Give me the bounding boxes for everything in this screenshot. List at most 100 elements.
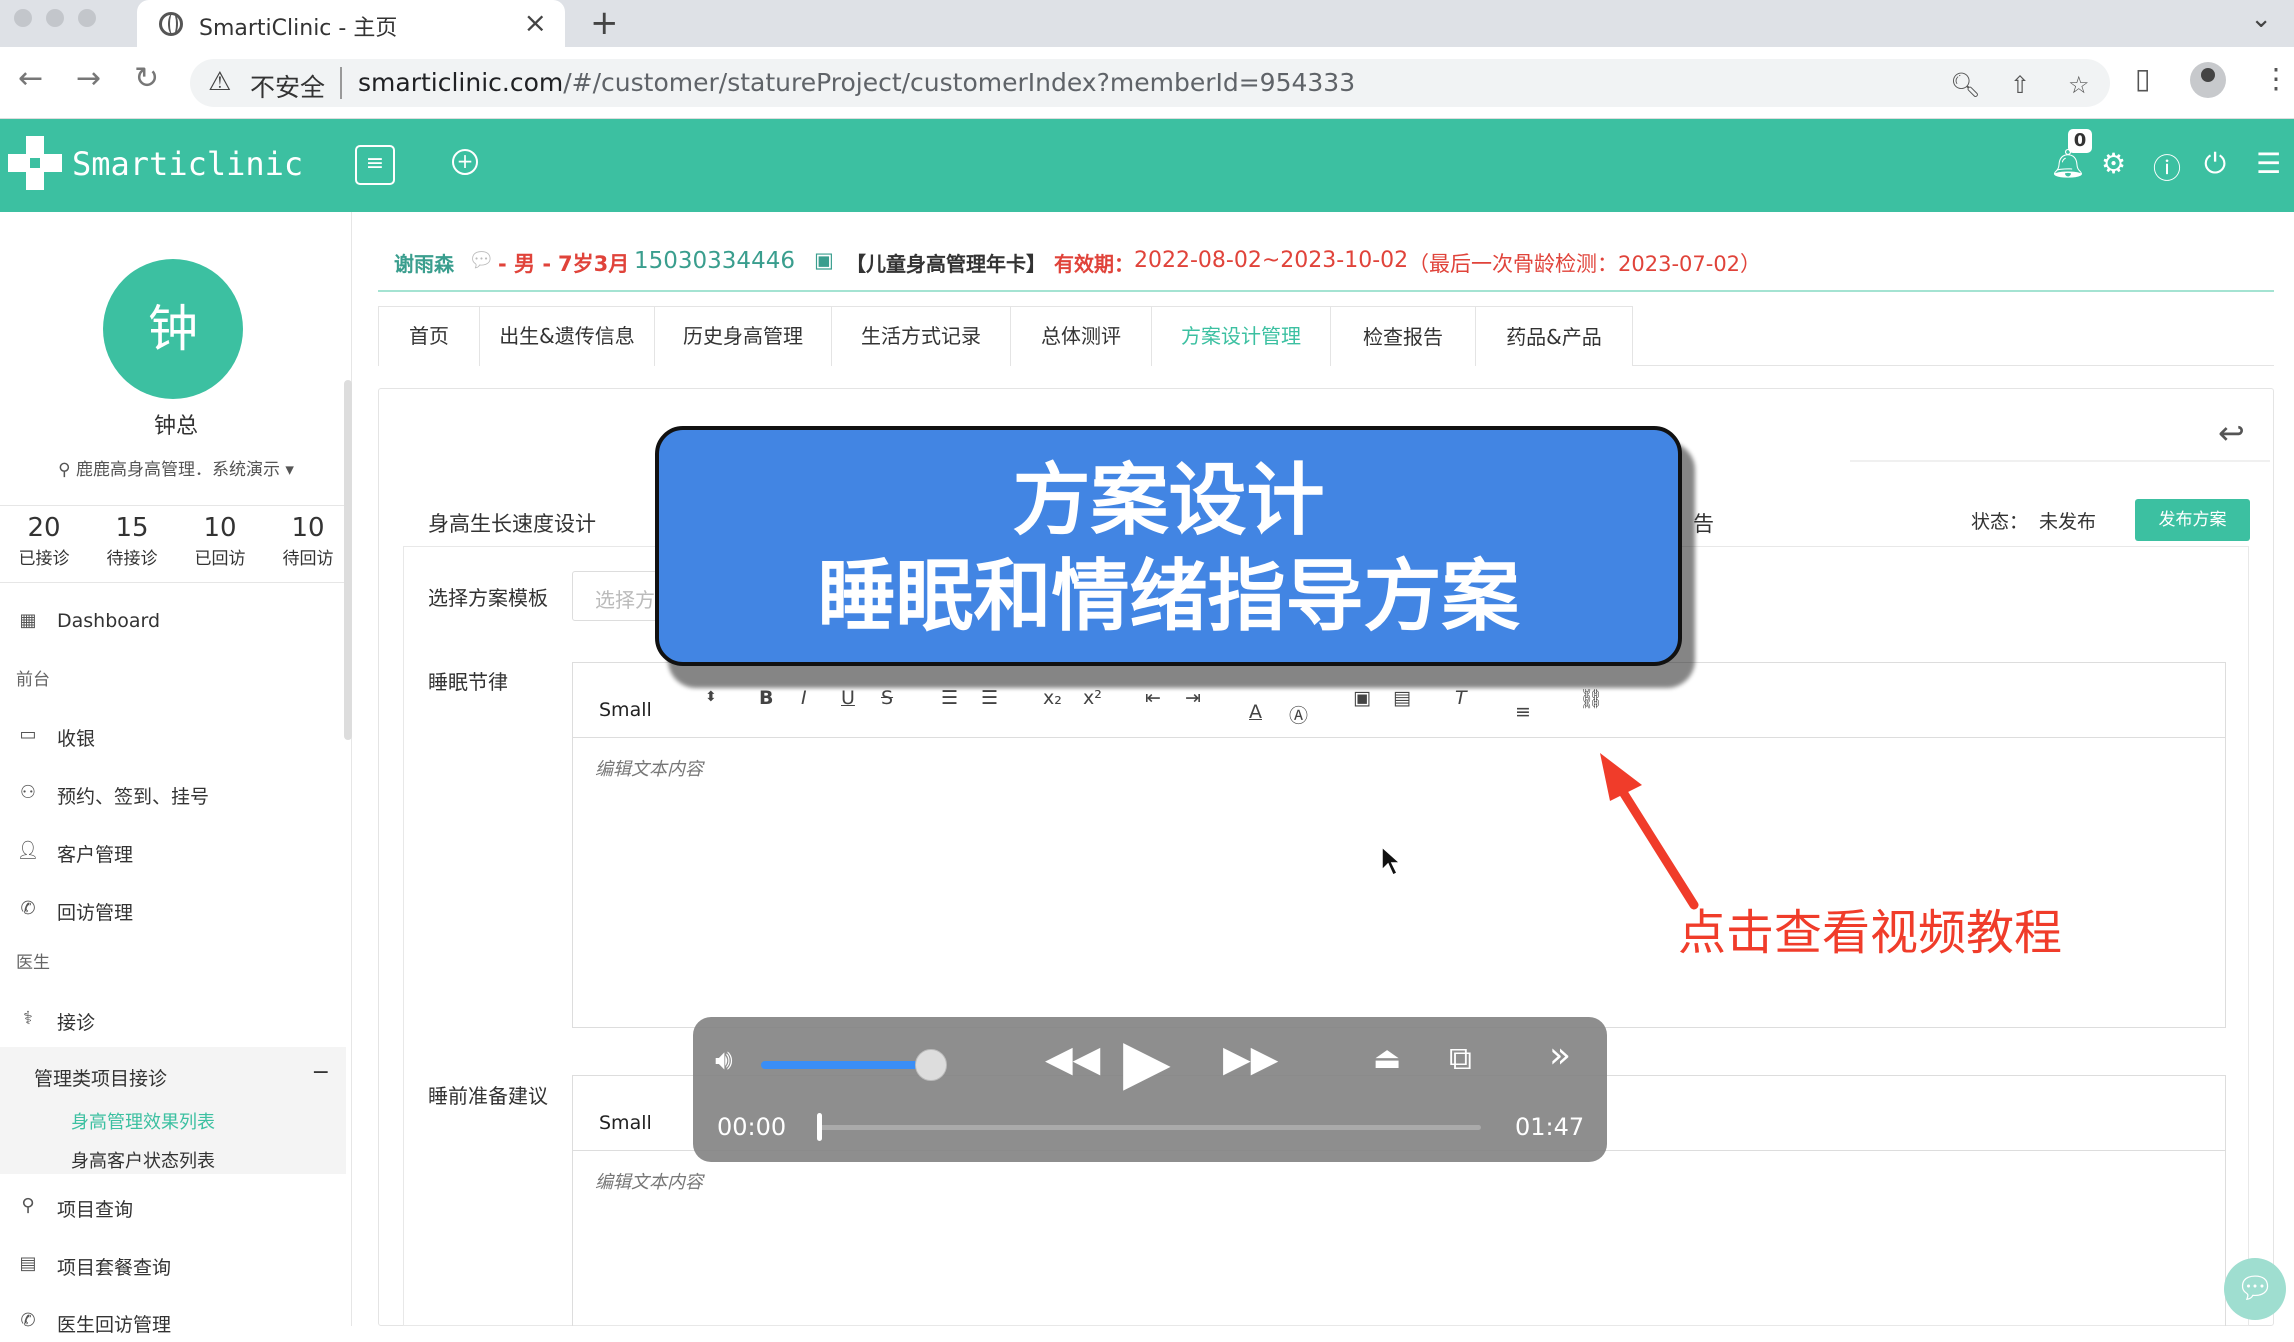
stat-to-revisit[interactable]: 10 待回访 — [264, 506, 352, 582]
org-selector[interactable]: ⚲ 鹿鹿高身高管理．系统演示 ▾ — [0, 455, 352, 480]
superscript-icon[interactable]: x² — [1083, 687, 1102, 709]
font-size-select[interactable]: Small — [599, 1112, 652, 1134]
patient-name[interactable]: 谢雨森 — [394, 248, 454, 277]
template-select[interactable]: 选择方 — [572, 571, 667, 621]
sidebar-scrollbar[interactable] — [344, 380, 352, 740]
window-minimize-dot[interactable] — [46, 9, 64, 27]
background-color-icon[interactable]: Ⓐ — [1289, 701, 1308, 728]
tab-lifestyle[interactable]: 生活方式记录 — [831, 306, 1011, 366]
tab-birth-genetics[interactable]: 出生&遗传信息 — [479, 306, 655, 366]
bookmark-star-icon[interactable]: ☆ — [2068, 71, 2090, 99]
bullet-list-icon[interactable]: ☰ — [981, 687, 998, 709]
power-icon[interactable]: ⏻ — [2204, 147, 2226, 181]
tab-home[interactable]: 首页 — [378, 306, 480, 366]
stat-value: 20 — [27, 513, 61, 543]
play-icon[interactable]: ▶ — [1123, 1025, 1171, 1098]
red-arrow-icon — [1600, 753, 1699, 910]
stat-label: 待接诊 — [106, 549, 158, 569]
sidebar-item-doctor-followup[interactable]: ✆ 医生回访管理 — [0, 1302, 346, 1342]
back-icon[interactable]: ← — [18, 61, 43, 96]
align-icon[interactable]: ≡ — [1515, 701, 1531, 723]
sidebar-item-followup[interactable]: ✆ 回访管理 — [0, 890, 346, 930]
outdent-icon[interactable]: ⇤ — [1145, 687, 1161, 709]
new-tab-icon[interactable]: + — [590, 3, 619, 43]
window-zoom-dot[interactable] — [78, 9, 96, 27]
back-reply-icon[interactable]: ↩ — [2218, 414, 2245, 452]
volume-slider-knob[interactable] — [915, 1049, 947, 1081]
sidebar-item-reception[interactable]: ⚕ 接诊 — [0, 1000, 346, 1040]
tab-reports[interactable]: 检查报告 — [1330, 306, 1476, 366]
volume-slider[interactable] — [761, 1061, 931, 1069]
progress-bar[interactable] — [817, 1125, 1481, 1130]
more-controls-icon[interactable]: » — [1549, 1035, 1571, 1076]
avatar[interactable]: 钟 — [103, 259, 243, 399]
chevron-down-icon[interactable]: ⌄ — [2250, 4, 2272, 34]
font-color-icon[interactable]: A — [1249, 701, 1262, 723]
window-close-dot[interactable] — [14, 9, 32, 27]
image-icon[interactable]: ▣ — [1353, 687, 1371, 709]
url-field[interactable]: ⚠ 不安全 smarticlinic.com/#/customer/statur… — [190, 59, 2110, 107]
sidebar-item-cashier[interactable]: ▭ 收银 — [0, 716, 346, 756]
link-icon[interactable]: ⛓ — [1579, 687, 1603, 710]
sidebar-item-project-reception[interactable]: 管理类项目接诊 − — [0, 1056, 346, 1096]
warning-icon[interactable]: ⚠ — [208, 67, 231, 97]
strike-icon[interactable]: S — [881, 687, 893, 709]
sidebar-item-dashboard[interactable]: ▦ Dashboard — [0, 602, 346, 642]
font-size-select[interactable]: Small — [599, 699, 652, 721]
add-circle-icon[interactable]: + — [452, 149, 478, 175]
sidebar-item-project-query[interactable]: ⚲ 项目查询 — [0, 1187, 346, 1227]
sidebar-item-effect-list[interactable]: 身高管理效果列表 — [0, 1100, 346, 1140]
close-tab-icon[interactable]: × — [524, 6, 547, 39]
profile-icon[interactable] — [2190, 62, 2226, 98]
sidebar-item-package-query[interactable]: ▤ 项目套餐查询 — [0, 1245, 346, 1285]
reload-icon[interactable]: ↻ — [134, 61, 159, 96]
underline-icon[interactable]: U — [841, 687, 855, 709]
side-panel-icon[interactable]: ▯ — [2135, 62, 2150, 95]
sidebar-item-customers[interactable]: 👤︎ 客户管理 — [0, 832, 346, 872]
picture-in-picture-icon[interactable]: ⧉ — [1449, 1039, 1472, 1078]
forward-icon[interactable]: → — [76, 61, 101, 96]
sidebar-item-status-list[interactable]: 身高客户状态列表 — [0, 1139, 346, 1179]
rewind-icon[interactable]: ◀◀ — [1045, 1039, 1100, 1080]
tab-medicine-products[interactable]: 药品&产品 — [1475, 306, 1633, 366]
font-size-arrows-icon[interactable]: ⬍ — [705, 689, 717, 705]
tab-height-history[interactable]: 历史身高管理 — [654, 306, 832, 366]
indent-icon[interactable]: ⇥ — [1185, 687, 1201, 709]
share-icon[interactable]: ⇧ — [2010, 71, 2030, 99]
more-menu-icon[interactable]: ⋮ — [2262, 62, 2290, 95]
help-icon[interactable]: ⓘ — [2153, 147, 2181, 187]
volume-icon[interactable]: 🔊︎ — [715, 1043, 733, 1077]
subscript-icon[interactable]: x₂ — [1043, 687, 1062, 709]
stat-received[interactable]: 20 已接诊 — [0, 506, 88, 582]
stat-revisited[interactable]: 10 已回访 — [176, 506, 264, 582]
tab-plan-design[interactable]: 方案设计管理 — [1151, 306, 1331, 366]
logo-text: Smarticlinic — [72, 145, 304, 183]
section-title[interactable]: 身高生长速度设计 — [428, 508, 596, 538]
clear-format-icon[interactable]: T — [1455, 687, 1467, 709]
collapse-icon[interactable]: − — [312, 1060, 330, 1085]
sleep-rhythm-editor[interactable]: Small ⬍ B I U S ☰ ☰ x₂ x² ⇤ ⇥ A Ⓐ ▣ ▤ T … — [572, 662, 2226, 1028]
italic-icon[interactable]: I — [801, 687, 807, 709]
video-icon[interactable]: ▤ — [1393, 687, 1411, 709]
bold-icon[interactable]: B — [759, 687, 773, 709]
fast-forward-icon[interactable]: ▶▶ — [1223, 1039, 1278, 1080]
qr-icon[interactable]: ▣ — [814, 248, 834, 272]
stat-pending[interactable]: 15 待接诊 — [88, 506, 176, 582]
sidebar-item-appointment[interactable]: ⚇ 预约、签到、挂号 — [0, 774, 346, 814]
sidebar-item-label: 管理类项目接诊 — [34, 1068, 168, 1090]
gear-icon[interactable]: ⚙ — [2101, 147, 2126, 180]
zoom-icon[interactable]: 🔍︎ — [1950, 71, 1980, 99]
progress-head[interactable] — [817, 1113, 822, 1141]
menu-toggle-button[interactable]: ≡ — [355, 145, 395, 185]
wechat-chat-icon[interactable]: 💬︎ — [2224, 1258, 2286, 1320]
sidebar-item-label: 客户管理 — [57, 844, 134, 866]
sidebar-item-label: 接诊 — [57, 1012, 96, 1034]
airplay-icon[interactable]: ⏏ — [1373, 1041, 1401, 1076]
browser-tab[interactable]: SmartiClinic - 主页 × — [137, 0, 565, 47]
publish-plan-button[interactable]: 发布方案 — [2135, 499, 2250, 541]
report-tab-fragment[interactable]: 告 — [1693, 508, 1714, 538]
tab-assessment[interactable]: 总体测评 — [1010, 306, 1152, 366]
right-menu-icon[interactable]: ☰ — [2256, 147, 2281, 180]
video-tutorial-hint[interactable]: 点击查看视频教程 — [1678, 893, 2062, 963]
ordered-list-icon[interactable]: ☰ — [941, 687, 958, 709]
